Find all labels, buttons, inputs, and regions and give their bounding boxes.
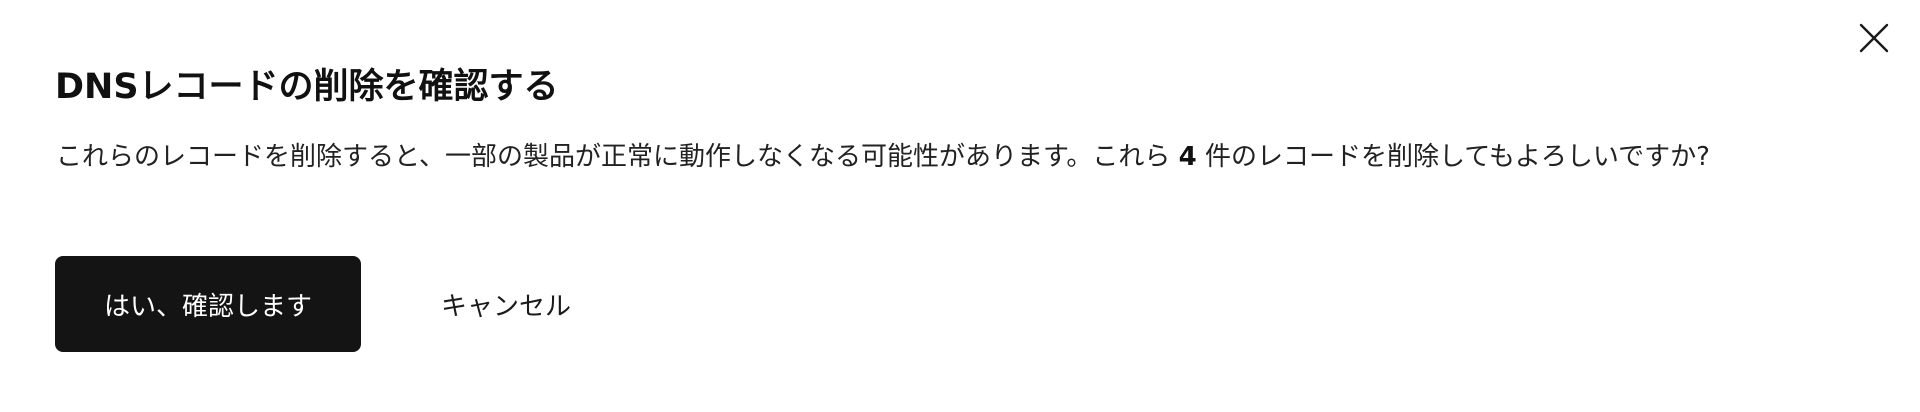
confirm-button[interactable]: はい、確認します bbox=[55, 256, 361, 352]
confirm-delete-dialog: DNSレコードの削除を確認する これらのレコードを削除すると、一部の製品が正常に… bbox=[0, 0, 1920, 412]
close-button[interactable] bbox=[1854, 18, 1894, 58]
dialog-title: DNSレコードの削除を確認する bbox=[55, 67, 559, 107]
dialog-message: これらのレコードを削除すると、一部の製品が正常に動作しなくなる可能性があります。… bbox=[56, 136, 1710, 173]
cancel-button[interactable]: キャンセル bbox=[417, 256, 595, 352]
message-text-after: 件のレコードを削除してもよろしいですか? bbox=[1205, 142, 1710, 172]
close-icon bbox=[1859, 23, 1889, 53]
record-count: 4 bbox=[1178, 142, 1197, 172]
message-text-before: これらのレコードを削除すると、一部の製品が正常に動作しなくなる可能性があります。… bbox=[56, 142, 1171, 172]
dialog-actions: はい、確認します キャンセル bbox=[55, 256, 595, 352]
